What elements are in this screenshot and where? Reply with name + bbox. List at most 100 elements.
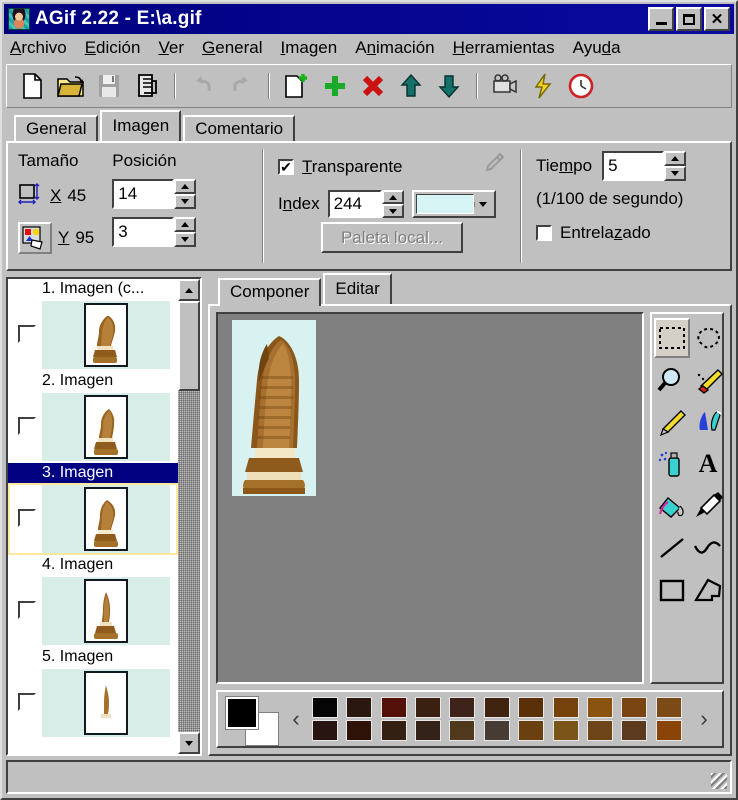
close-button[interactable]: ✕ [704, 7, 730, 31]
brush-icon[interactable] [692, 402, 724, 442]
scroll-up-button[interactable] [178, 279, 200, 301]
undo-arrow-icon[interactable] [185, 68, 221, 104]
menu-archivo[interactable]: Archivo [10, 38, 67, 58]
palette-swatch[interactable] [518, 720, 545, 741]
palette-swatch[interactable] [312, 697, 338, 718]
new-image-icon[interactable] [279, 68, 315, 104]
list-item[interactable]: 1. Imagen (c... [8, 279, 178, 371]
palette-swatch[interactable] [552, 697, 579, 718]
list-item[interactable]: 4. Imagen [8, 555, 178, 647]
palette-swatch[interactable] [552, 720, 579, 741]
scroll-down-button[interactable] [178, 732, 200, 754]
index-input[interactable]: 244 [327, 190, 382, 218]
time-input[interactable]: 5 [602, 151, 665, 181]
clock-icon[interactable] [563, 68, 599, 104]
curve-icon[interactable] [692, 528, 724, 568]
open-folder-icon[interactable] [53, 68, 89, 104]
spray-can-icon[interactable] [654, 444, 690, 484]
frame-list-scrollbar[interactable] [178, 279, 200, 754]
position-x-stepper[interactable]: 14 [112, 179, 197, 209]
palette-swatch[interactable] [518, 697, 545, 718]
tab-editar[interactable]: Editar [323, 273, 392, 304]
palette-swatches[interactable] [312, 695, 688, 743]
tab-imagen[interactable]: Imagen [100, 110, 182, 141]
frame-thumbnail-row[interactable] [8, 483, 178, 555]
canvas-frame-image[interactable] [232, 320, 316, 496]
paint-bucket-icon[interactable] [654, 486, 690, 526]
frame-thumbnail-row[interactable] [8, 575, 178, 647]
camera-icon[interactable] [487, 68, 523, 104]
redo-arrow-icon[interactable] [223, 68, 259, 104]
palette-swatch[interactable] [621, 720, 648, 741]
eraser-icon[interactable] [692, 360, 724, 400]
scrollbar-thumb[interactable] [178, 301, 200, 391]
color-picker-icon[interactable] [692, 486, 724, 526]
position-x-down-button[interactable] [174, 194, 197, 209]
transparent-color-dropdown[interactable] [411, 190, 496, 218]
line-icon[interactable] [654, 528, 690, 568]
palette-swatch[interactable] [312, 720, 338, 741]
menu-ayuda[interactable]: Ayuda [573, 38, 621, 58]
list-item[interactable]: 3. Imagen [8, 463, 178, 555]
foreground-color-swatch[interactable] [225, 696, 259, 730]
eyedropper-icon[interactable] [478, 151, 506, 182]
tab-comentario[interactable]: Comentario [183, 115, 296, 143]
delete-x-icon[interactable] [355, 68, 391, 104]
frame-checkbox[interactable] [18, 601, 36, 619]
time-down-button[interactable] [664, 166, 687, 181]
position-y-stepper[interactable]: 3 [112, 217, 197, 247]
frame-list[interactable]: 1. Imagen (c... 2. Imagen 3. Imagen 4. I… [8, 279, 178, 754]
rect-select-icon[interactable] [654, 318, 690, 358]
menu-edicion[interactable]: Edición [85, 38, 141, 58]
minimize-button[interactable] [648, 7, 674, 31]
palette-swatch[interactable] [415, 720, 442, 741]
lasso-select-icon[interactable] [692, 318, 724, 358]
transparent-checkbox[interactable]: ✔ [278, 158, 294, 175]
tab-general[interactable]: General [14, 115, 99, 143]
lightning-icon[interactable] [525, 68, 561, 104]
menu-ver[interactable]: Ver [158, 38, 184, 58]
palette-swatch[interactable] [655, 697, 682, 718]
palette-swatch[interactable] [380, 720, 407, 741]
index-up-button[interactable] [381, 190, 404, 204]
position-y-down-button[interactable] [174, 232, 197, 247]
palette-swatch[interactable] [586, 720, 613, 741]
palette-swatch[interactable] [449, 697, 476, 718]
move-up-icon[interactable] [393, 68, 429, 104]
palette-prev-button[interactable]: ‹ [284, 697, 308, 741]
foreground-background-swatches[interactable] [224, 695, 280, 746]
scrollbar-track[interactable] [178, 391, 200, 732]
rectangle-icon[interactable] [654, 570, 690, 610]
palette-tag-icon[interactable] [18, 222, 52, 254]
text-a-icon[interactable]: A [692, 444, 724, 484]
local-palette-button[interactable]: Paleta local... [320, 222, 464, 253]
palette-swatch[interactable] [483, 720, 510, 741]
palette-next-button[interactable]: › [692, 697, 716, 741]
position-y-input[interactable]: 3 [112, 217, 175, 247]
save-as-icon[interactable] [129, 68, 165, 104]
menu-general[interactable]: General [202, 38, 263, 58]
time-up-button[interactable] [664, 151, 687, 166]
frame-checkbox[interactable] [18, 693, 36, 711]
palette-swatch[interactable] [346, 697, 373, 718]
frame-thumbnail-row[interactable] [8, 667, 178, 739]
frame-thumbnail-row[interactable] [8, 299, 178, 371]
index-down-button[interactable] [381, 204, 404, 218]
palette-swatch[interactable] [415, 697, 442, 718]
palette-swatch[interactable] [586, 697, 613, 718]
new-file-icon[interactable] [15, 68, 51, 104]
polygon-icon[interactable] [692, 570, 724, 610]
list-item[interactable]: 2. Imagen [8, 371, 178, 463]
position-y-up-button[interactable] [174, 217, 197, 232]
menu-herramientas[interactable]: Herramientas [453, 38, 555, 58]
maximize-button[interactable] [676, 7, 702, 31]
menu-imagen[interactable]: Imagen [281, 38, 338, 58]
position-x-input[interactable]: 14 [112, 179, 175, 209]
list-item[interactable]: 5. Imagen [8, 647, 178, 739]
chevron-down-icon[interactable] [473, 201, 492, 207]
palette-swatch[interactable] [346, 720, 373, 741]
image-canvas[interactable] [216, 312, 644, 684]
resize-grip-icon[interactable] [711, 773, 727, 789]
menu-animacion[interactable]: Animación [355, 38, 434, 58]
palette-swatch[interactable] [449, 720, 476, 741]
